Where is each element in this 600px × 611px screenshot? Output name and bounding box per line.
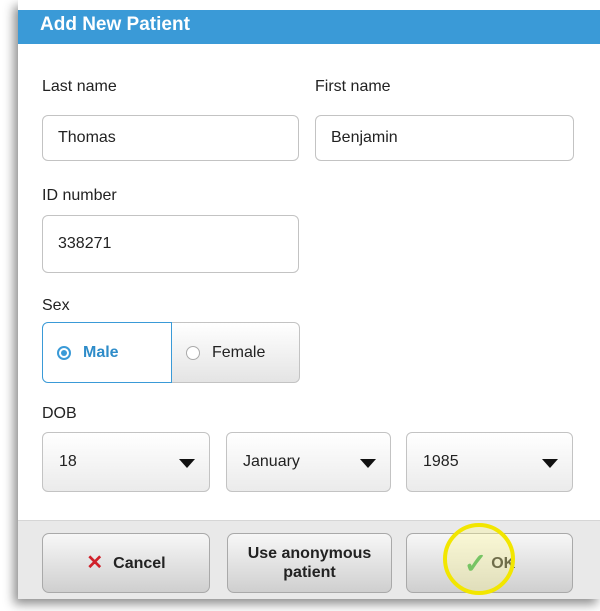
add-patient-dialog: Add New Patient Last name Thomas First n…: [18, 0, 600, 599]
ok-button[interactable]: ✓ OK: [406, 533, 573, 593]
dob-year-select[interactable]: 1985: [406, 432, 573, 492]
sex-option-female-label: Female: [212, 343, 266, 361]
dob-day-select[interactable]: 18: [42, 432, 210, 492]
checkmark-icon: ✓: [463, 547, 488, 579]
radio-unselected-icon: [186, 345, 200, 360]
dob-label: DOB: [42, 405, 77, 422]
radio-selected-icon: [57, 345, 71, 360]
dob-day-value: 18: [59, 453, 77, 470]
caret-down-icon: [542, 459, 558, 468]
last-name-field[interactable]: Thomas: [42, 115, 299, 161]
sex-option-male[interactable]: Male: [42, 322, 172, 383]
use-anonymous-patient-button[interactable]: Use anonymous patient: [227, 533, 392, 593]
sex-option-female[interactable]: Female: [172, 322, 300, 383]
caret-down-icon: [360, 459, 376, 468]
caret-down-icon: [179, 459, 195, 468]
id-number-field[interactable]: 338271: [42, 215, 299, 273]
sex-label: Sex: [42, 297, 70, 314]
sex-option-male-label: Male: [83, 343, 119, 361]
dialog-footer: ✕ Cancel Use anonymous patient ✓ OK: [18, 520, 600, 599]
x-icon: ✕: [86, 551, 104, 574]
anonymous-button-label: Use anonymous patient: [247, 545, 372, 581]
id-number-label: ID number: [42, 187, 117, 204]
first-name-field[interactable]: Benjamin: [315, 115, 574, 161]
last-name-label: Last name: [42, 78, 117, 95]
dialog-title: Add New Patient: [40, 14, 190, 35]
sex-radio-group: Male Female: [42, 322, 300, 383]
dialog-title-bar: Add New Patient: [18, 10, 600, 44]
cancel-button-label: Cancel: [113, 554, 166, 572]
cancel-button[interactable]: ✕ Cancel: [42, 533, 210, 593]
first-name-label: First name: [315, 78, 391, 95]
dob-month-select[interactable]: January: [226, 432, 391, 492]
dob-month-value: January: [243, 453, 300, 470]
dob-year-value: 1985: [423, 453, 459, 470]
ok-button-label: OK: [491, 554, 516, 572]
